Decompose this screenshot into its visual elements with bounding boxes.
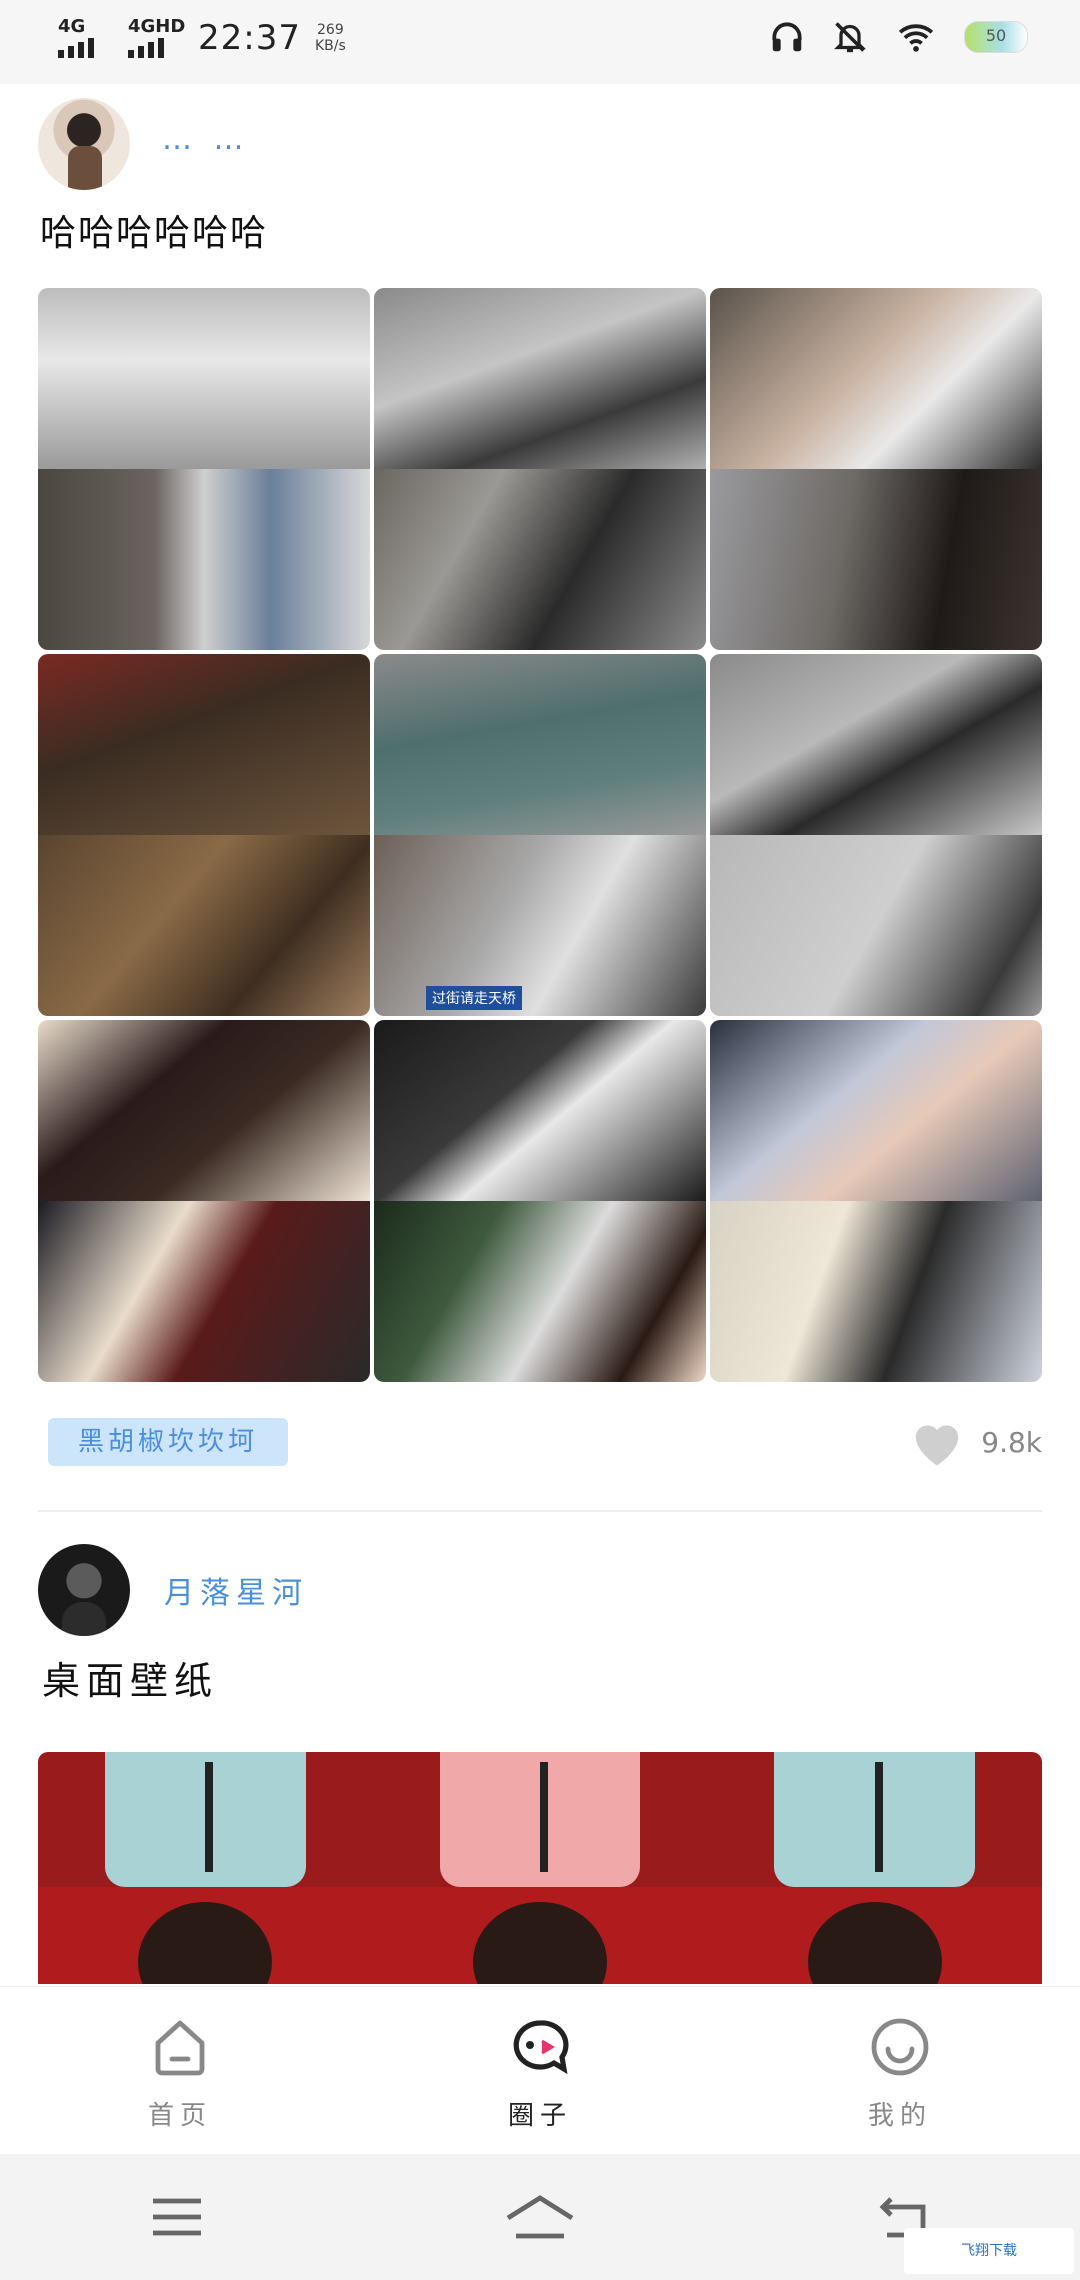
post-image[interactable] — [710, 1020, 1042, 1382]
post-image[interactable] — [38, 654, 370, 1016]
post-image[interactable] — [38, 1020, 370, 1382]
signal-4ghd-icon: 4GHD — [128, 16, 186, 58]
post-image[interactable] — [710, 288, 1042, 650]
circle-chat-icon[interactable] — [508, 2015, 572, 2079]
smile-profile-icon[interactable] — [868, 2015, 932, 2079]
status-time: 22:37 — [198, 18, 301, 58]
home-icon[interactable] — [148, 2015, 212, 2079]
signal-4g-icon: 4G — [58, 16, 114, 58]
post-image[interactable] — [38, 1752, 1042, 1984]
watermark-logo: 飞翔下载 — [904, 2228, 1074, 2274]
post-username[interactable]: … … — [162, 122, 250, 157]
signal-label: 4GHD — [128, 16, 186, 37]
post-image-grid: 过街请走天桥 — [38, 288, 1042, 1382]
headphones-icon — [772, 22, 802, 52]
wallpaper-panel — [372, 1752, 708, 1984]
bottom-nav: 首页 圈子 我的 — [0, 1986, 1080, 2154]
heart-icon[interactable] — [907, 1416, 967, 1468]
bell-off-icon — [834, 22, 866, 53]
network-speed-value: 269 — [317, 22, 344, 38]
wallpaper-panel — [707, 1752, 1042, 1984]
status-right: 50 — [768, 18, 1028, 56]
like-button[interactable]: 9.8k — [907, 1416, 1042, 1468]
network-speed-unit: KB/s — [314, 38, 346, 54]
post-text: 哈哈哈哈哈哈 — [40, 213, 269, 254]
wifi-icon — [898, 24, 934, 52]
status-bar: 4G 4GHD 22:37 269 KB/s 50 — [0, 0, 1080, 84]
post-image[interactable] — [710, 654, 1042, 1016]
post-image[interactable] — [374, 288, 706, 650]
nav-label: 我的 — [867, 2101, 932, 2131]
post-image[interactable] — [38, 288, 370, 650]
post-image[interactable]: 过街请走天桥 — [374, 654, 706, 1016]
network-speed: 269 KB/s — [315, 22, 346, 54]
battery-icon: 50 — [964, 21, 1028, 53]
wallpaper-panel — [38, 1752, 373, 1984]
avatar[interactable] — [38, 1544, 130, 1636]
nav-mine[interactable]: 我的 — [720, 1987, 1080, 2154]
post-text: 桌面壁纸 — [42, 1659, 219, 1703]
post-username[interactable]: 月落星河 — [164, 1568, 308, 1612]
nav-circle[interactable]: 圈子 — [360, 1987, 720, 2154]
post-divider — [38, 1510, 1042, 1512]
post-image[interactable] — [374, 1020, 706, 1382]
like-count: 9.8k — [981, 1425, 1042, 1459]
avatar[interactable] — [38, 98, 130, 190]
nav-home[interactable]: 首页 — [0, 1987, 360, 2154]
battery-level: 50 — [985, 26, 1007, 45]
nav-label: 首页 — [147, 2101, 212, 2131]
status-left: 4G 4GHD 22:37 269 KB/s — [58, 16, 346, 58]
post-tag[interactable]: 黑胡椒坎坎坷 — [48, 1418, 288, 1466]
home-outline-icon[interactable] — [504, 2192, 576, 2242]
signal-label: 4G — [58, 16, 86, 37]
nav-label: 圈子 — [507, 2101, 572, 2131]
menu-icon[interactable] — [149, 2195, 205, 2239]
image-caption: 过街请走天桥 — [426, 986, 522, 1010]
